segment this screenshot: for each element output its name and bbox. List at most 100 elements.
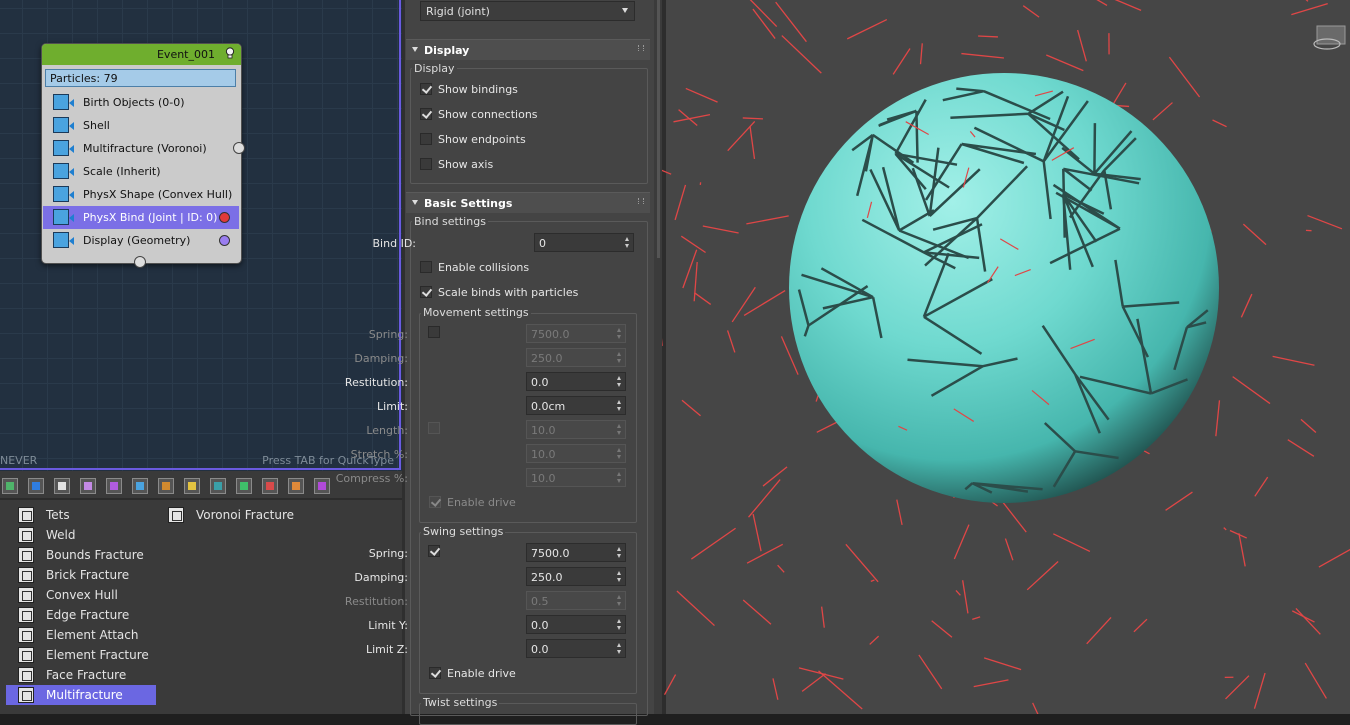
swing-damping-spinner[interactable]: 250.0 xyxy=(526,567,626,586)
swing-limit-y-spinner[interactable]: 0.0 xyxy=(526,615,626,634)
depot-filter-button-13[interactable] xyxy=(314,478,330,494)
operator-label: Shell xyxy=(83,119,110,132)
bind-type-dropdown[interactable]: Rigid (joint) xyxy=(420,1,635,21)
binding-line xyxy=(1291,4,1327,15)
operator-shell[interactable]: Shell xyxy=(43,114,239,137)
spinner-arrows-icon[interactable] xyxy=(617,328,622,339)
depot-item-face-fracture[interactable]: Face Fracture xyxy=(6,665,156,685)
shell-icon xyxy=(53,117,69,133)
binding-line xyxy=(694,262,697,301)
depot-filter-button-1[interactable] xyxy=(2,478,18,494)
depot-filter-button-12[interactable] xyxy=(288,478,304,494)
panel-scroll-thumb[interactable] xyxy=(657,0,660,258)
movement-spring-spinner[interactable]: 7500.0 xyxy=(526,324,626,343)
depot-filter-button-7[interactable] xyxy=(158,478,174,494)
parameter-panel: Rigid (joint) Display Display Show bindi… xyxy=(402,0,662,714)
spinner-arrows-icon[interactable] xyxy=(617,352,622,363)
checkbox[interactable] xyxy=(429,496,441,508)
depot-filter-button-10[interactable] xyxy=(236,478,252,494)
binding-line xyxy=(919,655,942,689)
swing-limit-z-spinner[interactable]: 0.0 xyxy=(526,639,626,658)
movement-length-checkbox[interactable] xyxy=(428,422,440,434)
binding-line xyxy=(871,580,875,581)
depot-filter-button-3[interactable] xyxy=(54,478,70,494)
depot-filter-button-4[interactable] xyxy=(80,478,96,494)
swing-spring-checkbox[interactable] xyxy=(428,545,440,557)
depot-filter-button-11[interactable] xyxy=(262,478,278,494)
event-node[interactable]: Event_001 Particles: 79 Birth Objects (0… xyxy=(41,43,242,264)
operator-display[interactable]: Display (Geometry) xyxy=(43,229,239,252)
depot-item-voronoi-fracture[interactable]: Voronoi Fracture xyxy=(156,505,306,525)
depot-item-weld[interactable]: Weld xyxy=(6,525,156,545)
depot-filter-button-6[interactable] xyxy=(132,478,148,494)
spinner-arrows-icon[interactable] xyxy=(617,619,622,630)
display-rollout-header[interactable]: Display xyxy=(406,39,650,60)
spinner-arrows-icon[interactable] xyxy=(617,643,622,654)
multifracture-output-port[interactable] xyxy=(233,142,245,154)
binding-line xyxy=(963,580,968,613)
movement-compress-spinner[interactable]: 10.0 xyxy=(526,468,626,487)
depot-item-brick-fracture[interactable]: Brick Fracture xyxy=(6,565,156,585)
3d-viewport[interactable] xyxy=(662,0,1350,714)
movement-damping-spinner[interactable]: 250.0 xyxy=(526,348,626,367)
movement-restitution-spinner[interactable]: 0.0 xyxy=(526,372,626,391)
depot-filter-button-9[interactable] xyxy=(210,478,226,494)
depot-item-tets[interactable]: Tets xyxy=(6,505,156,525)
depot-item-multifracture[interactable]: Multifracture xyxy=(6,685,156,705)
brick-fracture-icon xyxy=(18,567,34,583)
binding-line xyxy=(1305,663,1326,698)
depot-item-element-fracture[interactable]: Element Fracture xyxy=(6,645,156,665)
swing-restitution-spinner[interactable]: 0.5 xyxy=(526,591,626,610)
lightbulb-icon[interactable] xyxy=(225,47,235,59)
event-header[interactable]: Event_001 xyxy=(42,44,241,65)
movement-stretch-spinner[interactable]: 10.0 xyxy=(526,444,626,463)
spinner-value: 250.0 xyxy=(531,352,563,365)
spinner-arrows-icon[interactable] xyxy=(617,400,622,411)
bind-output-dot[interactable] xyxy=(219,212,230,223)
depot-item-bounds-fracture[interactable]: Bounds Fracture xyxy=(6,545,156,565)
display-icon xyxy=(53,232,69,248)
physx-bind-icon xyxy=(53,209,69,225)
operator-physx-bind[interactable]: PhysX Bind (Joint | ID: 0) xyxy=(43,206,239,229)
checkbox[interactable] xyxy=(420,83,432,95)
swing-spring-spinner[interactable]: 7500.0 xyxy=(526,543,626,562)
spinner-arrows-icon[interactable] xyxy=(617,376,622,387)
spinner-value: 0.5 xyxy=(531,595,549,608)
checkbox[interactable] xyxy=(420,133,432,145)
spinner-value: 0 xyxy=(539,237,546,250)
spinner-arrows-icon[interactable] xyxy=(617,424,622,435)
operator-multifracture[interactable]: Multifracture (Voronoi) xyxy=(43,137,239,160)
binding-line xyxy=(1027,561,1058,589)
depot-item-element-attach[interactable]: Element Attach xyxy=(6,625,156,645)
event-output-port[interactable] xyxy=(134,256,146,268)
particle-view-node-editor[interactable]: Event_001 Particles: 79 Birth Objects (0… xyxy=(0,0,402,471)
spinner-arrows-icon[interactable] xyxy=(617,472,622,483)
fractured-sphere[interactable] xyxy=(789,73,1219,503)
movement-limit-spinner[interactable]: 0.0cm xyxy=(526,396,626,415)
spinner-arrows-icon[interactable] xyxy=(617,571,622,582)
depot-filter-button-2[interactable] xyxy=(28,478,44,494)
checkbox[interactable] xyxy=(420,158,432,170)
view-cube-icon[interactable] xyxy=(1314,26,1345,49)
basic-settings-rollout-header[interactable]: Basic Settings xyxy=(406,192,650,213)
checkbox[interactable] xyxy=(420,286,432,298)
movement-spring-checkbox[interactable] xyxy=(428,326,440,338)
checkbox[interactable] xyxy=(420,108,432,120)
spinner-arrows-icon[interactable] xyxy=(617,595,622,606)
movement-length-spinner[interactable]: 10.0 xyxy=(526,420,626,439)
checkbox[interactable] xyxy=(429,667,441,679)
depot-filter-button-5[interactable] xyxy=(106,478,122,494)
binding-line xyxy=(743,600,771,624)
depot-filter-button-8[interactable] xyxy=(184,478,200,494)
operator-scale[interactable]: Scale (Inherit) xyxy=(43,160,239,183)
display-color-dot[interactable] xyxy=(219,235,230,246)
checkbox[interactable] xyxy=(420,261,432,273)
spinner-arrows-icon[interactable] xyxy=(617,448,622,459)
depot-item-edge-fracture[interactable]: Edge Fracture xyxy=(6,605,156,625)
depot-item-convex-hull[interactable]: Convex Hull xyxy=(6,585,156,605)
bind-id-spinner[interactable]: 0 xyxy=(534,233,634,252)
operator-physx-shape[interactable]: PhysX Shape (Convex Hull) xyxy=(43,183,239,206)
operator-birth-objects[interactable]: Birth Objects (0-0) xyxy=(43,91,239,114)
spinner-arrows-icon[interactable] xyxy=(625,237,630,248)
spinner-arrows-icon[interactable] xyxy=(617,547,622,558)
